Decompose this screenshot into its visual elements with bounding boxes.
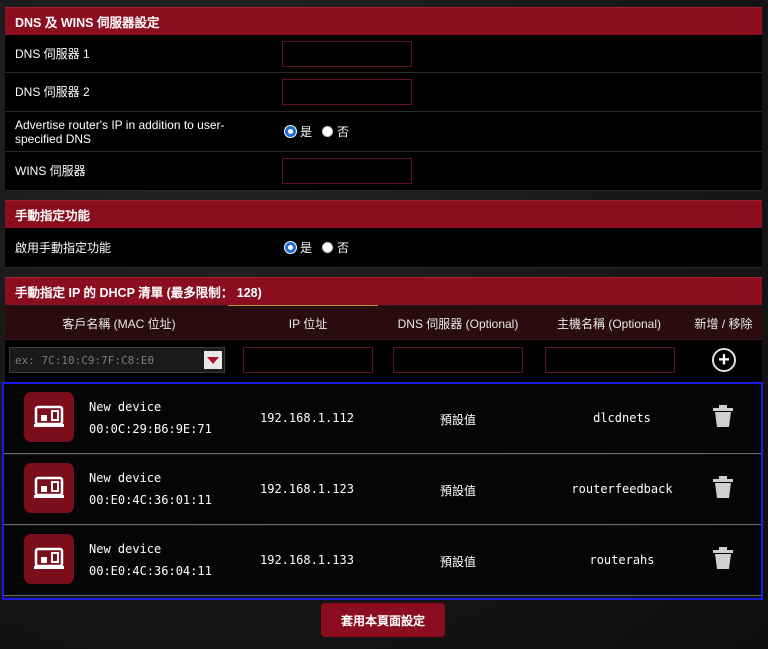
col-add-remove: 新增 / 移除 <box>694 316 753 331</box>
col-hostname: 主機名稱 (Optional) <box>556 316 662 331</box>
manual-radio-group: 是 否 <box>285 239 349 256</box>
trash-icon[interactable] <box>712 404 734 431</box>
trash-icon[interactable] <box>712 546 734 573</box>
dns-section-header: DNS 及 WINS 伺服器設定 <box>5 7 762 35</box>
advertise-label: Advertise router's IP in addition to use… <box>15 117 225 146</box>
device-dns: 預設值 <box>440 555 477 569</box>
add-icon[interactable]: + <box>712 348 736 372</box>
wins-label: WINS 伺服器 <box>15 164 86 178</box>
manual-no-label: 否 <box>337 241 350 255</box>
device-name: New device <box>89 400 162 414</box>
chevron-down-icon <box>207 356 219 364</box>
device-icon <box>24 463 74 513</box>
advertise-no-radio[interactable] <box>322 126 334 137</box>
advertise-yes-label: 是 <box>300 125 313 139</box>
col-dns: DNS 伺服器 (Optional) <box>397 316 519 331</box>
column-headers: 客戶名稱 (MAC 位址) IP 位址 DNS 伺服器 (Optional) 主… <box>5 306 762 340</box>
dhcp-list-header: 手動指定 IP 的 DHCP 清單 (最多限制： 128) <box>5 277 762 305</box>
manual-yes-radio[interactable] <box>285 242 296 253</box>
device-row[interactable]: New device 00:0C:29:B6:9E:71 192.168.1.1… <box>4 384 761 454</box>
manual-no-radio[interactable] <box>322 242 334 253</box>
device-row[interactable]: New device 00:E0:4C:36:04:11 192.168.1.1… <box>4 526 761 596</box>
apply-button[interactable]: 套用本頁面設定 <box>321 603 445 637</box>
dns2-row: DNS 伺服器 2 <box>5 73 762 112</box>
wins-field[interactable] <box>282 158 412 184</box>
dns1-label: DNS 伺服器 1 <box>15 46 90 61</box>
advertise-yes-radio[interactable] <box>285 126 296 137</box>
manual-section-header: 手動指定功能 <box>5 200 762 228</box>
hostname-input[interactable] <box>545 347 675 373</box>
manual-enable-row: 啟用手動指定功能 是 否 <box>5 228 762 268</box>
device-dns: 預設值 <box>440 484 477 498</box>
advertise-no-label: 否 <box>337 125 350 139</box>
advertise-radio-group: 是 否 <box>285 123 349 140</box>
device-hostname: dlcdnets <box>593 411 651 425</box>
col-client-name: 客戶名稱 (MAC 位址) <box>62 316 176 331</box>
mac-input[interactable]: ex: 7C:10:C9:7F:C8:E0 <box>9 347 225 373</box>
device-hostname: routerahs <box>589 553 655 567</box>
device-ip: 192.168.1.123 <box>260 482 354 496</box>
device-icon <box>24 392 74 442</box>
device-mac: 00:0C:29:B6:9E:71 <box>89 422 212 436</box>
dns-input[interactable] <box>393 347 523 373</box>
manual-yes-label: 是 <box>300 241 313 255</box>
device-mac: 00:E0:4C:36:04:11 <box>89 564 212 578</box>
device-name: New device <box>89 471 162 485</box>
ip-input[interactable] <box>243 347 373 373</box>
wins-row: WINS 伺服器 <box>5 152 762 191</box>
manual-enable-label: 啟用手動指定功能 <box>15 240 112 255</box>
device-icon <box>24 534 74 584</box>
col-ip: IP 位址 <box>288 316 328 331</box>
device-list: New device 00:0C:29:B6:9E:71 192.168.1.1… <box>2 382 763 600</box>
new-entry-row: ex: 7C:10:C9:7F:C8:E0 + <box>5 340 762 382</box>
device-ip: 192.168.1.112 <box>260 411 354 425</box>
mac-placeholder: ex: 7C:10:C9:7F:C8:E0 <box>15 353 155 367</box>
dns2-label: DNS 伺服器 2 <box>15 85 90 99</box>
mac-dropdown-button[interactable] <box>204 351 222 369</box>
trash-icon[interactable] <box>712 475 734 502</box>
device-name: New device <box>89 542 162 556</box>
device-hostname: routerfeedback <box>571 482 673 496</box>
device-dns: 預設值 <box>440 413 477 427</box>
dns1-row: DNS 伺服器 1 <box>5 35 762 73</box>
dns1-field[interactable] <box>282 40 412 67</box>
device-row[interactable]: New device 00:E0:4C:36:01:11 192.168.1.1… <box>4 455 761 525</box>
device-ip: 192.168.1.133 <box>260 553 354 567</box>
advertise-row: Advertise router's IP in addition to use… <box>5 112 762 152</box>
dns2-field[interactable] <box>282 79 412 105</box>
device-mac: 00:E0:4C:36:01:11 <box>89 493 212 507</box>
